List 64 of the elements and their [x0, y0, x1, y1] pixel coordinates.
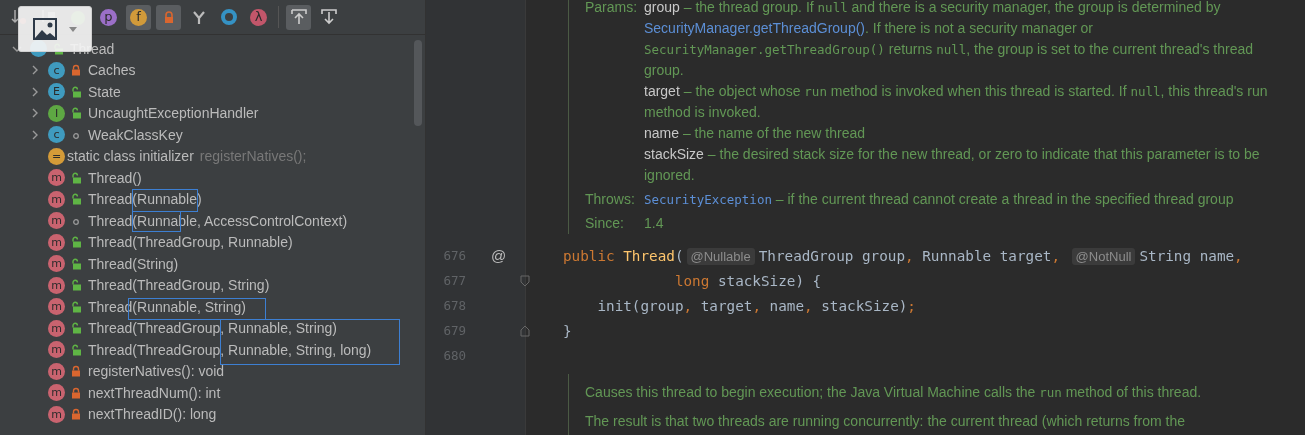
method-icon: m — [48, 169, 65, 187]
doc-text: 1.4 — [644, 214, 665, 233]
tree-item[interactable]: nextThreadID(): long — [88, 406, 217, 423]
enum-icon: E — [48, 83, 65, 101]
expand-chevron-icon[interactable] — [30, 86, 40, 97]
tree-item[interactable]: WeakClassKey — [88, 126, 183, 143]
tree-item[interactable]: Thread(ThreadGroup, String) — [88, 277, 270, 294]
expand-chevron-icon[interactable] — [30, 65, 40, 76]
code-line: public Thread( @Nullable ThreadGroup group, Runnable target, @NotNull String name, — [563, 247, 1243, 264]
method-icon: m — [48, 190, 65, 208]
doc-text: target – the object whose run method is invoked when this thread is started. If null, this thread's run method is invoked. — [644, 82, 1269, 122]
doc-tag: Since: — [585, 213, 644, 234]
class-icon: c — [48, 61, 65, 79]
interface-icon: I — [48, 104, 65, 122]
tree-item[interactable]: UncaughtExceptionHandler — [88, 105, 259, 122]
class-icon: c — [48, 126, 65, 144]
tree-item[interactable]: State — [88, 83, 121, 100]
doc-tag: Throws: — [585, 189, 644, 210]
arrow-down-icon — [319, 8, 338, 26]
doc-text: The result is that two threads are running concurrently: the current thread (which returns from the — [585, 412, 1186, 431]
tree-item[interactable]: Thread(String) — [88, 255, 179, 272]
expand-chevron-icon[interactable] — [30, 108, 40, 119]
expand-up-button[interactable] — [286, 4, 311, 30]
doc-text: Causes this thread to begin execution; the Java Virtual Machine calls the run method of this thread. — [585, 383, 1203, 402]
method-icon: m — [48, 405, 65, 423]
tree-item[interactable]: Thread — [70, 40, 115, 57]
letter-button[interactable]: f — [126, 4, 151, 30]
method-icon: m — [48, 298, 65, 316]
doc-tag: Params: — [585, 0, 644, 186]
code-line: long stackSize) { — [673, 272, 822, 289]
fold-icon[interactable] — [520, 324, 530, 337]
expand-chevron-icon[interactable] — [30, 129, 40, 140]
override-marker[interactable]: @ — [490, 247, 507, 264]
tree-item[interactable]: static class initializer — [67, 148, 194, 165]
tree-item[interactable]: Thread() — [88, 169, 142, 186]
method-icon: m — [48, 341, 65, 359]
tree-item[interactable]: nextThreadNum(): int — [88, 384, 221, 401]
tree-item[interactable]: registerNatives(): void — [88, 363, 225, 380]
code-line: } — [563, 322, 572, 339]
fold-icon[interactable] — [520, 274, 530, 287]
method-icon: m — [48, 255, 65, 273]
ring-icon — [219, 8, 238, 26]
method-icon: m — [48, 276, 65, 294]
method-icon: m — [48, 233, 65, 251]
code-line: init(group, target, name, stackSize); — [596, 297, 916, 314]
doc-text: stackSize – the desired stack size for the new thread, or zero to indicate that this parameter is to be ignored. — [644, 145, 1261, 185]
method-icon: m — [48, 384, 65, 402]
tree-item[interactable]: Caches — [88, 62, 136, 79]
letter-button[interactable]: p — [96, 4, 121, 30]
doc-text: group – the thread group. If null and there is a security manager, the group is determined by SecurityManager.getThreadGroup(). If there is not a security manager or SecurityManager.getThreadGroup() returns null, the group is set to the current thread's thread group. — [644, 0, 1255, 80]
arrow-up-icon — [289, 8, 308, 26]
method-icon: m — [48, 319, 65, 337]
doc-text: name – the name of the new thread — [644, 124, 867, 143]
initializer-icon: = — [48, 147, 65, 165]
image-icon — [33, 18, 57, 40]
tree-item[interactable]: Thread(ThreadGroup, Runnable) — [88, 234, 293, 251]
private-button[interactable] — [156, 4, 181, 30]
method-icon: m — [48, 212, 65, 230]
item-detail: registerNatives(); — [199, 148, 307, 165]
method-icon: m — [48, 362, 65, 380]
letter-button[interactable]: λ — [246, 4, 271, 30]
scrollbar-thumb[interactable] — [414, 40, 422, 126]
doc-text: SecurityException – if the current thread cannot create a thread in the specified thread group — [644, 190, 1235, 209]
fork-icon — [190, 9, 207, 25]
